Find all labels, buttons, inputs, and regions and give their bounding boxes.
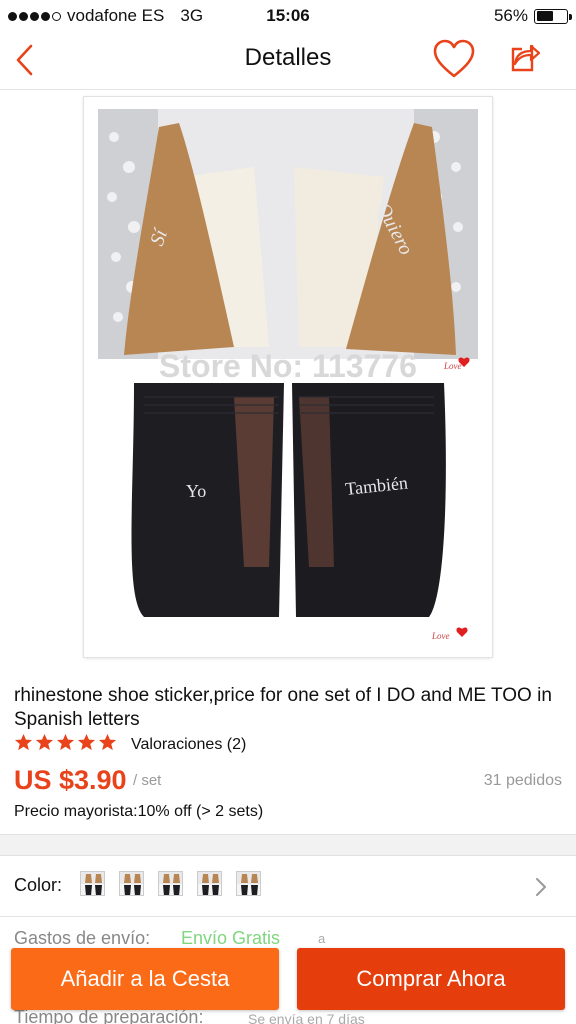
love-badge-bottom: Love — [431, 631, 450, 641]
color-swatch[interactable] — [119, 871, 144, 896]
price-unit: / set — [133, 772, 162, 789]
shipping-value: Envío Gratis — [181, 928, 281, 948]
battery-icon — [534, 8, 572, 24]
product-price: US $3.90 — [14, 765, 127, 795]
reviews-link[interactable]: Valoraciones (2) — [131, 736, 246, 754]
wholesale-price: Precio mayorista:10% off (> 2 sets) — [14, 803, 264, 820]
share-icon[interactable] — [504, 38, 544, 78]
color-swatch[interactable] — [197, 871, 222, 896]
color-swatch[interactable] — [158, 871, 183, 896]
product-title: rhinestone shoe sticker,price for one se… — [14, 685, 552, 730]
product-gallery[interactable]: Sí Quiero Store No: 113776 Love Yo Tambi… — [0, 91, 576, 671]
chevron-right-icon[interactable] — [534, 877, 548, 897]
star-icon — [77, 733, 96, 757]
page-title: Detalles — [244, 44, 332, 71]
status-right: 56% — [493, 6, 572, 26]
add-to-cart-button[interactable]: Añadir a la Cesta — [11, 948, 279, 1010]
star-icon — [14, 733, 33, 757]
product-image[interactable]: Sí Quiero Store No: 113776 Love Yo Tambi… — [84, 97, 492, 657]
color-swatches — [80, 871, 261, 896]
shipping-extra: a — [318, 931, 326, 946]
battery-percent: 56% — [493, 6, 528, 25]
color-label: Color: — [14, 875, 63, 895]
image-watermark: Store No: 113776 — [159, 348, 417, 384]
star-icon — [35, 733, 54, 757]
section-divider — [0, 834, 576, 856]
color-swatch[interactable] — [236, 871, 261, 896]
star-icon — [56, 733, 75, 757]
heart-icon[interactable] — [430, 36, 478, 82]
nav-bar: Detalles — [0, 30, 576, 90]
rating-stars — [14, 733, 117, 757]
buy-now-button[interactable]: Comprar Ahora — [297, 948, 565, 1010]
shipping-label: Gastos de envío: — [14, 928, 151, 948]
rating-row[interactable]: Valoraciones (2) — [14, 733, 246, 757]
color-selector-row[interactable]: Color: — [0, 857, 576, 917]
clock: 15:06 — [266, 6, 310, 25]
status-bar: vodafone ES 3G 15:06 56% — [0, 0, 576, 30]
color-swatch[interactable] — [80, 871, 105, 896]
sole-text-yo: Yo — [186, 481, 206, 501]
star-icon — [98, 733, 117, 757]
love-badge-top: Love — [443, 361, 462, 371]
order-count: 31 pedidos — [483, 772, 562, 789]
preparation-value: Se envía en 7 días — [248, 1011, 365, 1024]
